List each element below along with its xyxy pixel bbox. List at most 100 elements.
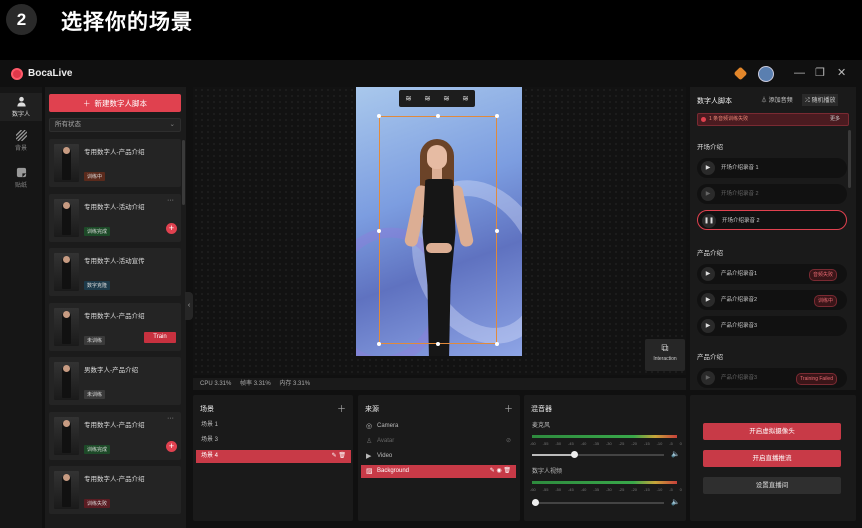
tick-label: -40 — [580, 487, 587, 492]
resize-handle[interactable] — [495, 114, 499, 118]
premium-gem-icon[interactable] — [733, 66, 748, 81]
audio-track[interactable]: ▶ 产品介绍录音3 Training Failed — [697, 368, 847, 388]
edit-icon[interactable]: ✎ — [490, 468, 495, 474]
minimize-button[interactable]: — — [794, 67, 805, 80]
resize-handle[interactable] — [377, 342, 381, 346]
status-badge: 未训练 — [84, 335, 106, 345]
tick-label: -5 — [669, 487, 673, 492]
warning-banner[interactable]: 1 条音频训练失败 更多 — [697, 113, 849, 126]
track-name: 产品介绍录音3 — [721, 375, 758, 381]
eye-icon[interactable]: ◉ — [496, 468, 501, 474]
delete-icon[interactable]: 🗑 — [338, 453, 346, 459]
preview-canvas[interactable] — [356, 87, 522, 356]
digital-human-card[interactable]: 专用数字人-活动宣传 数字克隆 — [49, 248, 181, 296]
resize-handle[interactable] — [377, 114, 381, 118]
scene-item-active[interactable]: 场景 4 ✎ 🗑 — [196, 450, 351, 463]
tick-label: -55 — [542, 487, 549, 492]
room-settings-button[interactable]: 设置直播间 — [703, 477, 841, 494]
resize-handle[interactable] — [436, 342, 440, 346]
play-icon[interactable]: ▶ — [701, 319, 715, 333]
resize-handle[interactable] — [495, 229, 499, 233]
speaker-icon[interactable]: 🔈 — [671, 450, 680, 458]
interaction-button[interactable]: ⧉ Interaction — [645, 339, 685, 371]
audio-track[interactable]: ▶ 产品介绍录音2 训练中 — [697, 290, 847, 310]
random-play-button[interactable]: ⤮ 随机播放 — [802, 94, 839, 106]
close-button[interactable]: ✕ — [837, 67, 846, 80]
audio-track[interactable]: ▶ 开场介绍录音 1 — [697, 158, 847, 178]
chevron-down-icon: ⌄ — [169, 121, 175, 128]
track-name: 产品介绍录音2 — [721, 297, 758, 303]
tick-label: -60 — [530, 441, 536, 446]
rail-item-digital-human[interactable]: 数字人 — [0, 93, 42, 121]
digital-human-card[interactable]: 专用数字人-产品介绍 训练失败 — [49, 466, 181, 514]
add-to-scene-button[interactable]: + — [166, 440, 177, 452]
list-scrollbar[interactable] — [182, 140, 185, 205]
tick-label: -35 — [593, 487, 600, 492]
status-badge: 未训练 — [84, 390, 106, 399]
play-icon[interactable]: ▶ — [701, 267, 715, 281]
scene-item[interactable]: 场景 3 — [196, 434, 351, 447]
selection-box[interactable] — [377, 114, 499, 346]
digital-human-card[interactable]: 专用数字人-产品介绍 未训练 Train — [49, 302, 181, 351]
warning-more-link[interactable]: 更多 — [830, 114, 840, 125]
play-icon[interactable]: ▶ — [701, 187, 715, 201]
user-avatar[interactable] — [758, 66, 774, 82]
status-filter-select[interactable]: 所有状态 ⌄ — [49, 118, 181, 132]
visibility-off-icon[interactable]: ⊘ — [506, 435, 511, 448]
play-icon[interactable]: ▶ — [701, 293, 715, 307]
resize-handle[interactable] — [495, 342, 499, 346]
tick-label: -25 — [618, 441, 625, 446]
add-to-scene-button[interactable]: + — [166, 222, 177, 234]
source-avatar[interactable]: ♙ Avatar ⊘ — [361, 435, 516, 448]
layer-down-icon[interactable]: ≋ — [443, 94, 450, 103]
more-icon[interactable]: ··· — [167, 197, 174, 204]
digital-human-card[interactable]: 专用数字人-活动介绍 训练完成 ··· + — [49, 193, 181, 242]
edit-icon[interactable]: ✎ — [332, 453, 337, 459]
more-icon[interactable]: ··· — [167, 415, 174, 422]
layer-top-icon[interactable]: ≋ — [405, 94, 412, 103]
track-name: 产品介绍录音1 — [721, 271, 758, 277]
status-badge: 训练完成 — [84, 444, 111, 454]
speaker-icon[interactable]: 🔈 — [671, 498, 680, 506]
add-script-button[interactable]: ＋ 新建数字人脚本 — [49, 94, 181, 112]
digital-human-card[interactable]: 男数字人-产品介绍 未训练 — [49, 357, 181, 405]
tick-label: -45 — [567, 487, 574, 492]
virtual-camera-button[interactable]: 开启虚拟摄像头 — [703, 423, 841, 440]
audio-track[interactable]: ▶ 开场介绍录音 2 — [697, 184, 847, 204]
start-live-button[interactable]: 开启直播推流 — [703, 450, 841, 467]
layer-bottom-icon[interactable]: ≋ — [462, 94, 469, 103]
digital-human-card[interactable]: 专用数字人-产品介绍 训练中 — [49, 139, 181, 187]
add-scene-button[interactable]: ＋ — [337, 402, 346, 415]
resize-handle[interactable] — [436, 114, 440, 118]
avatar-thumbnail — [54, 471, 79, 509]
script-scrollbar[interactable] — [848, 130, 851, 188]
add-audio-label: 添加音频 — [768, 98, 793, 104]
volume-slider[interactable] — [531, 499, 664, 506]
tick-label: -50 — [555, 441, 562, 446]
performance-stats: CPU 3.31% 帧率 3.31% 内存 3.31% — [193, 378, 686, 390]
digital-human-card[interactable]: 专用数字人-产品介绍 训练完成 ··· + — [49, 411, 181, 460]
audio-track[interactable]: ❚❚ 开场介绍录音 2 — [697, 210, 847, 230]
restore-button[interactable]: ❐ — [815, 67, 825, 80]
preview-stage: ≋ ≋ ≋ ≋ ⧉ Interaction — [193, 87, 686, 375]
audio-track[interactable]: ▶ 产品介绍录音3 — [697, 316, 847, 336]
rail-item-background[interactable]: 背景 — [0, 130, 42, 152]
source-camera[interactable]: ◎ Camera — [361, 420, 516, 433]
train-button[interactable]: Train — [144, 331, 176, 343]
audio-track[interactable]: ▶ 产品介绍录音1 音频失败 — [697, 264, 847, 284]
layer-up-icon[interactable]: ≋ — [424, 94, 431, 103]
source-video[interactable]: ▶ Video — [361, 450, 516, 463]
card-title: 专用数字人-产品介绍 — [84, 476, 145, 483]
resize-handle[interactable] — [377, 229, 381, 233]
play-icon[interactable]: ▶ — [701, 371, 715, 385]
rail-item-sticker[interactable]: 贴纸 — [0, 167, 42, 189]
collapse-panel-handle[interactable]: ‹ — [185, 292, 193, 320]
scene-item[interactable]: 场景 1 — [196, 419, 351, 432]
add-audio-button[interactable]: ⏃ 添加音频 — [758, 94, 796, 105]
delete-icon[interactable]: 🗑 — [503, 468, 511, 474]
pause-icon[interactable]: ❚❚ — [702, 214, 716, 228]
play-icon[interactable]: ▶ — [701, 161, 715, 175]
volume-slider[interactable] — [532, 451, 664, 458]
add-source-button[interactable]: ＋ — [504, 402, 513, 415]
source-background-active[interactable]: ▨ Background ✎ ◉ 🗑 — [361, 465, 516, 478]
